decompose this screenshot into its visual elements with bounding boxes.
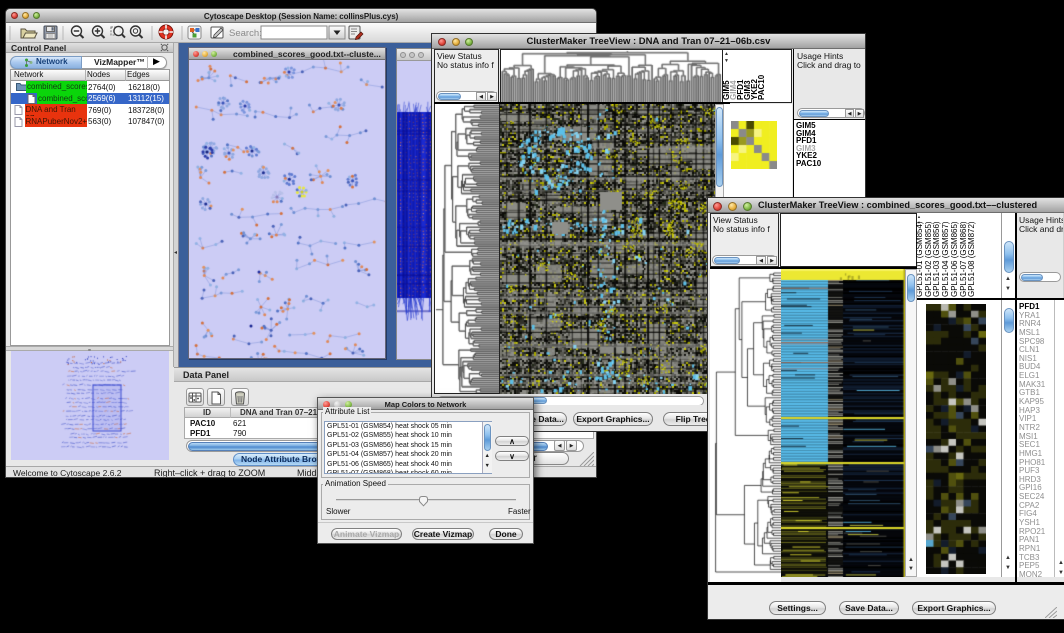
svg-text:Search:: Search: [229, 28, 262, 39]
